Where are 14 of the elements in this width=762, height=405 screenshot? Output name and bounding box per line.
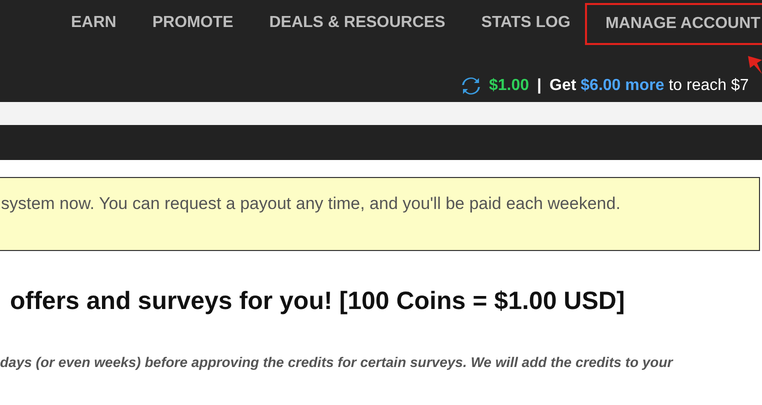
annotation-arrow <box>748 56 762 74</box>
page-heading: offers and surveys for you! [100 Coins = $1.00 USD] <box>9 287 626 316</box>
notice-text: system now. You can request a payout any time, and you'll be paid each weekend. <box>1 194 620 213</box>
nav-link[interactable]: PROMOTE <box>152 12 234 34</box>
nav-link[interactable]: MANAGE ACCOUNT <box>585 3 762 45</box>
refresh-icon[interactable] <box>461 76 481 96</box>
nav-link[interactable]: EARN <box>71 12 116 34</box>
nav-link[interactable]: DEALS & RESOURCES <box>269 12 446 34</box>
more-link[interactable]: $6.00 more <box>580 77 664 94</box>
nav-link[interactable]: STATS LOG <box>481 12 570 34</box>
separator: | <box>537 77 542 95</box>
note-text: days (or even weeks) before approving the credits for certain surveys. We will add the credits to your <box>0 354 674 370</box>
balance-amount: $1.00 <box>489 77 530 95</box>
payout-goal-text: Get $6.00 more to reach $7 <box>550 77 749 95</box>
